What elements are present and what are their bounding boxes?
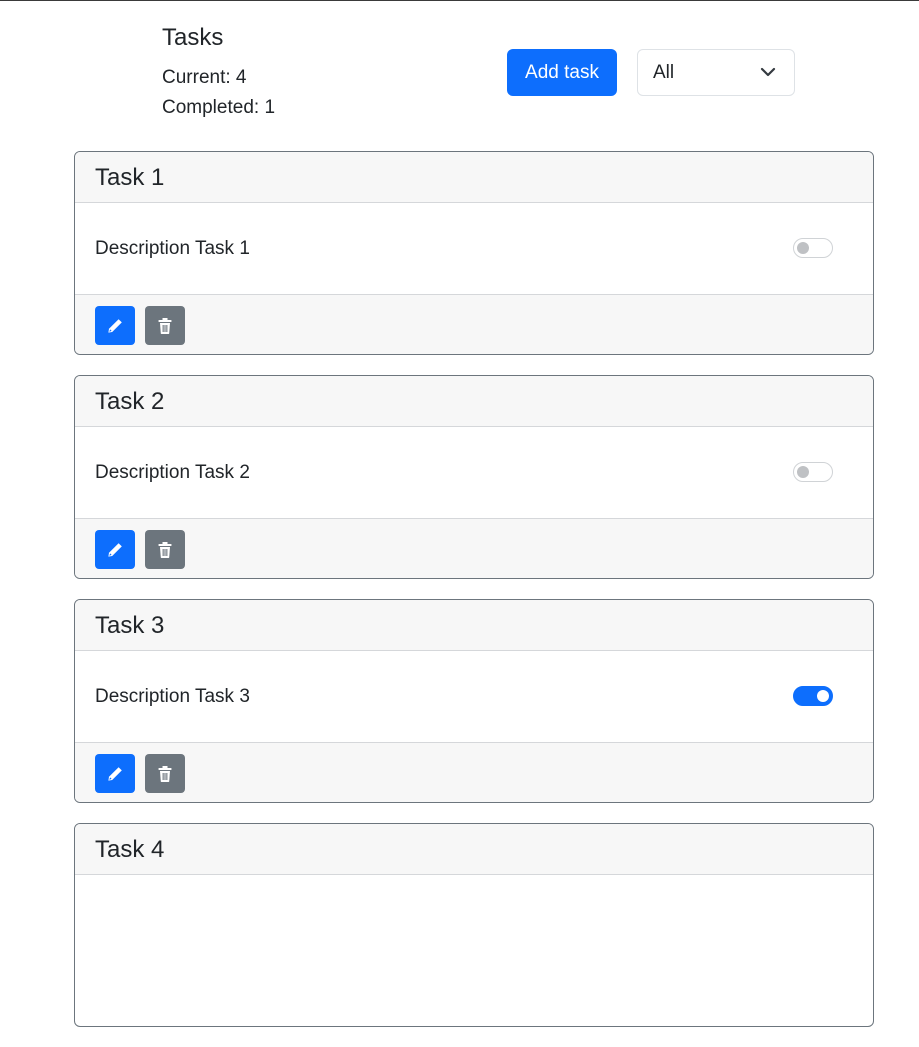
task-title: Task 1 xyxy=(75,152,873,203)
toggle-knob xyxy=(797,242,809,254)
task-description: Description Task 2 xyxy=(95,462,250,483)
edit-task-button[interactable] xyxy=(95,306,135,345)
filter-select[interactable]: All xyxy=(637,49,795,96)
current-count: Current: 4 xyxy=(162,67,247,88)
edit-task-button[interactable] xyxy=(95,530,135,569)
page-header: Tasks Current: 4 Completed: 1 Add task A… xyxy=(0,1,919,141)
task-card: Task 2 Description Task 2 xyxy=(74,375,874,579)
task-title: Task 3 xyxy=(75,600,873,651)
chevron-down-icon xyxy=(760,67,776,77)
task-footer xyxy=(75,294,873,354)
task-description: Description Task 3 xyxy=(95,686,250,707)
delete-task-button[interactable] xyxy=(145,754,185,793)
add-task-button[interactable]: Add task xyxy=(507,49,617,96)
task-title: Task 2 xyxy=(75,376,873,427)
pencil-icon xyxy=(108,766,122,781)
task-card: Task 4 xyxy=(74,823,874,1027)
delete-task-button[interactable] xyxy=(145,306,185,345)
trash-icon xyxy=(158,765,172,782)
task-body: Description Task 3 xyxy=(75,651,873,742)
task-description: Description Task 1 xyxy=(95,238,250,259)
task-list: Task 1 Description Task 1 Task 2 Descrip… xyxy=(74,151,874,1047)
task-card: Task 3 Description Task 3 xyxy=(74,599,874,803)
task-footer xyxy=(75,742,873,802)
task-complete-toggle[interactable] xyxy=(793,686,833,706)
task-card: Task 1 Description Task 1 xyxy=(74,151,874,355)
edit-task-button[interactable] xyxy=(95,754,135,793)
task-body: Description Task 2 xyxy=(75,427,873,518)
task-body: Description Task 1 xyxy=(75,203,873,294)
pencil-icon xyxy=(108,318,122,333)
toggle-knob xyxy=(797,466,809,478)
page-title: Tasks xyxy=(162,24,224,51)
toggle-knob xyxy=(817,690,829,702)
task-complete-toggle[interactable] xyxy=(793,238,833,258)
task-footer xyxy=(75,518,873,578)
trash-icon xyxy=(158,317,172,334)
task-complete-toggle[interactable] xyxy=(793,462,833,482)
completed-count: Completed: 1 xyxy=(162,97,276,118)
task-title: Task 4 xyxy=(75,824,873,875)
task-body xyxy=(75,875,873,966)
trash-icon xyxy=(158,541,172,558)
filter-selected-value: All xyxy=(653,62,675,83)
pencil-icon xyxy=(108,542,122,557)
delete-task-button[interactable] xyxy=(145,530,185,569)
